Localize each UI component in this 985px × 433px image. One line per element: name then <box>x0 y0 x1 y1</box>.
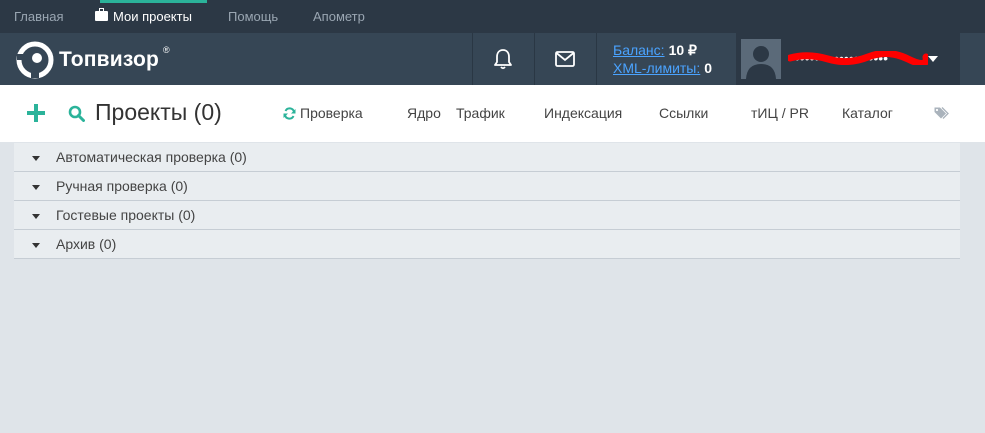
search-icon[interactable] <box>68 105 85 122</box>
tab-tic-pr[interactable]: тИЦ / PR <box>751 105 809 121</box>
chevron-down-icon <box>928 56 938 62</box>
user-menu[interactable]: •••••••••••••••••••• <box>736 33 960 85</box>
tab-indexing[interactable]: Индексация <box>544 105 622 121</box>
group-label: Ручная проверка (0) <box>56 178 188 194</box>
group-archive[interactable]: Архив (0) <box>14 230 960 259</box>
logo-icon[interactable] <box>15 40 55 80</box>
group-manual-check[interactable]: Ручная проверка (0) <box>14 172 960 201</box>
tab-catalog[interactable]: Каталог <box>842 105 893 121</box>
caret-down-icon <box>32 185 40 190</box>
group-guest-projects[interactable]: Гостевые проекты (0) <box>14 201 960 230</box>
topnav-item-my-projects[interactable]: Мои проекты <box>95 0 207 33</box>
topnav-item-label: Мои проекты <box>113 9 192 24</box>
page-title: Проекты (0) <box>95 99 222 125</box>
top-nav: Главная Мои проекты Помощь Апометр <box>0 0 985 33</box>
projects-toolbar: Проекты (0) Проверка Ядро Трафик Индекса… <box>0 85 985 142</box>
balance-value: 10 ₽ <box>668 42 697 58</box>
redaction-scribble <box>788 51 928 65</box>
tab-links[interactable]: Ссылки <box>659 105 708 121</box>
caret-down-icon <box>32 156 40 161</box>
topnav-item-home[interactable]: Главная <box>14 0 63 33</box>
notifications-button[interactable] <box>473 33 534 85</box>
group-auto-check[interactable]: Автоматическая проверка (0) <box>14 143 960 172</box>
avatar <box>741 39 781 79</box>
plus-icon[interactable] <box>27 104 45 122</box>
bell-icon <box>494 49 512 70</box>
logo-registered-mark: ® <box>163 45 170 55</box>
logo-text: Топвизор <box>59 48 160 71</box>
balance-block: Баланс: 10 ₽ XML-лимиты: 0 <box>613 41 712 77</box>
divider <box>596 33 597 85</box>
user-silhouette-icon <box>746 46 776 79</box>
tab-check[interactable]: Проверка <box>300 105 363 121</box>
group-label: Гостевые проекты (0) <box>56 207 196 223</box>
messages-button[interactable] <box>535 33 596 85</box>
project-groups: Автоматическая проверка (0) Ручная прове… <box>14 143 960 259</box>
caret-down-icon <box>32 243 40 248</box>
group-label: Автоматическая проверка (0) <box>56 149 247 165</box>
topnav-item-help[interactable]: Помощь <box>228 0 278 33</box>
tab-traffic[interactable]: Трафик <box>456 105 505 121</box>
caret-down-icon <box>32 214 40 219</box>
tags-icon[interactable] <box>934 107 949 120</box>
balance-link[interactable]: Баланс: <box>613 42 665 58</box>
tab-core[interactable]: Ядро <box>407 105 441 121</box>
group-label: Архив (0) <box>56 236 117 252</box>
xml-limits-value: 0 <box>704 60 713 76</box>
briefcase-icon <box>95 8 108 21</box>
refresh-icon[interactable] <box>283 107 296 120</box>
mail-icon <box>555 51 575 67</box>
xml-limits-link[interactable]: XML-лимиты: <box>613 60 700 76</box>
topnav-item-apometer[interactable]: Апометр <box>313 0 365 33</box>
app-header: Топвизор ® Баланс: 10 ₽ XML-лимиты: 0 ••• <box>0 33 985 85</box>
